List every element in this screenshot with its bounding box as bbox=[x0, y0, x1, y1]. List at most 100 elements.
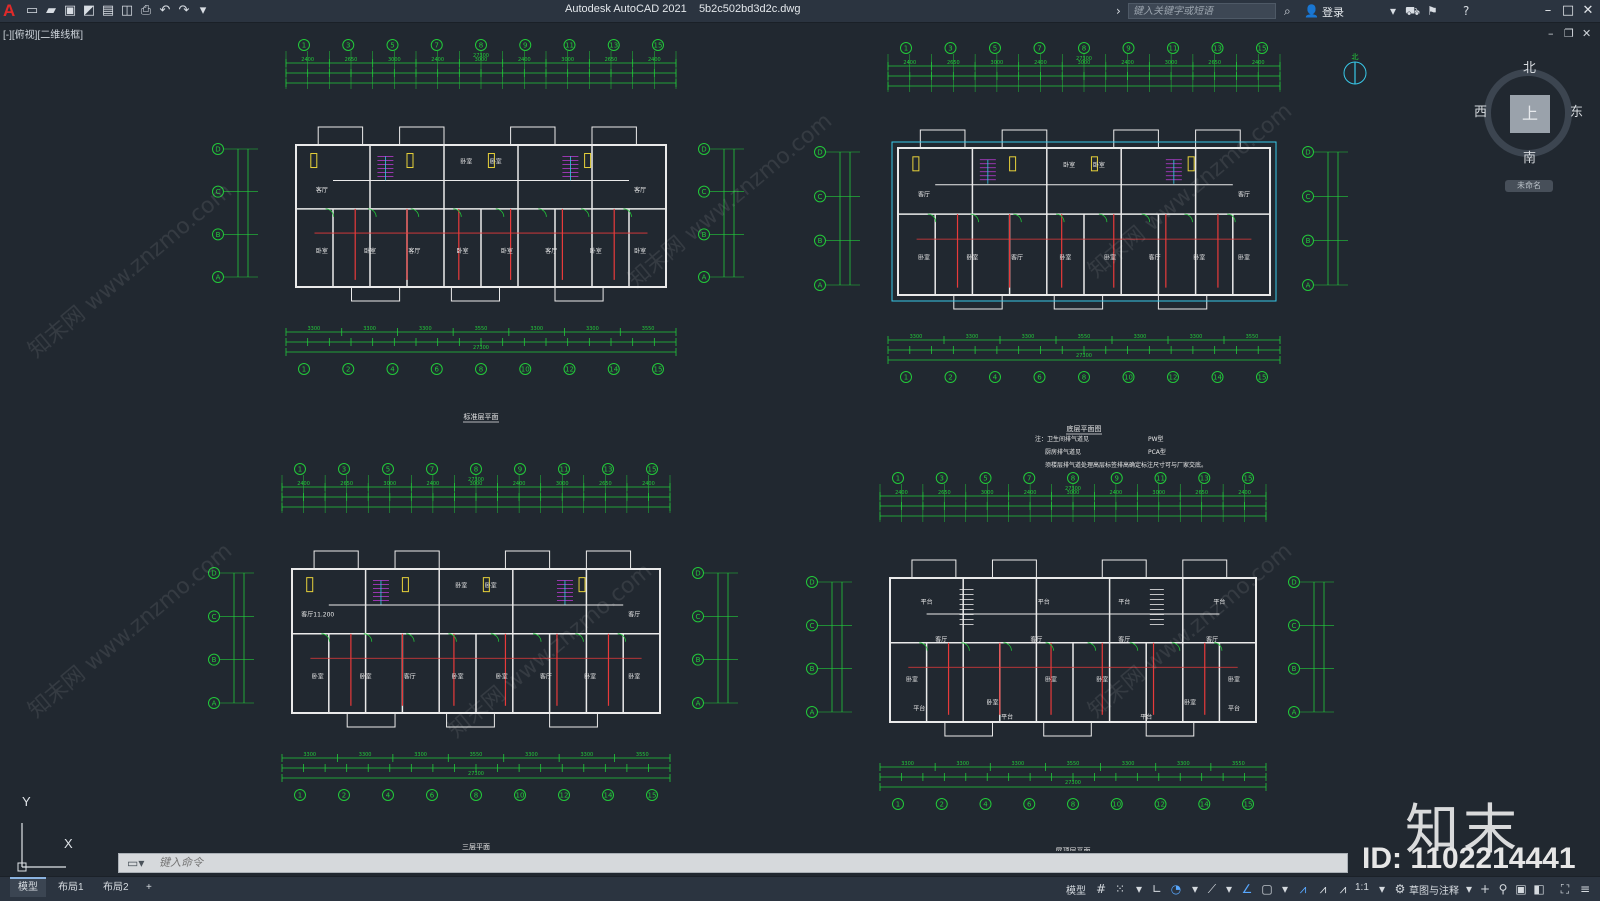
ortho-icon[interactable]: ∟ bbox=[1148, 880, 1166, 898]
note-text: 注：卫生间排气道见 bbox=[1035, 435, 1089, 443]
cart-icon[interactable]: ⛟ bbox=[1405, 2, 1420, 20]
save-as-icon[interactable]: ◩ bbox=[81, 3, 97, 19]
object-snap-tracking-icon[interactable]: ∠ bbox=[1238, 880, 1256, 898]
a360-icon[interactable]: ⚑ bbox=[1427, 2, 1438, 20]
minimize-icon[interactable]: – bbox=[1538, 1, 1558, 21]
room-label: 卧室 bbox=[452, 672, 464, 680]
annotation-scale-value[interactable]: 1:1 bbox=[1355, 882, 1369, 893]
dim-bottom-label: 3300 bbox=[307, 326, 320, 332]
command-history-icon[interactable]: ▭▾ bbox=[127, 855, 144, 871]
room-label: 客厅 bbox=[634, 186, 646, 194]
room-label: 卧室 bbox=[460, 157, 472, 165]
axis-top-number: 3 bbox=[940, 475, 944, 483]
units-icon[interactable]: ⚲ bbox=[1494, 880, 1512, 898]
dim-bottom-label: 3300 bbox=[419, 326, 432, 332]
dim-bottom-label: 3300 bbox=[901, 761, 914, 767]
new-icon[interactable]: ▭ bbox=[24, 3, 40, 19]
axis-left-letter: C bbox=[810, 622, 815, 630]
annotation-visibility-icon[interactable]: ⩘ bbox=[1294, 880, 1312, 898]
axis-top-number: 3 bbox=[342, 466, 346, 474]
compass-west[interactable]: 西 bbox=[1474, 101, 1487, 120]
annotation-monitor-icon[interactable]: + bbox=[1476, 880, 1494, 898]
redo-icon[interactable]: ↷ bbox=[176, 3, 192, 19]
quick-access-toolbar: ▭ ▰ ▣ ◩ ▤ ◫ ⎙ ↶ ↷ ▾ bbox=[24, 2, 211, 20]
dropdown-icon[interactable]: ▾ bbox=[1276, 880, 1294, 898]
axis-top-number: 7 bbox=[1027, 475, 1031, 483]
axis-top-number: 13 bbox=[1200, 475, 1209, 483]
balcony bbox=[317, 126, 364, 146]
compass-south[interactable]: 南 bbox=[1523, 147, 1536, 166]
tab-layout2[interactable]: 布局2 bbox=[95, 879, 137, 897]
dim-bottom-label: 3300 bbox=[303, 752, 316, 758]
polar-icon[interactable]: ◔ bbox=[1167, 880, 1185, 898]
axis-top-number: 11 bbox=[1169, 45, 1178, 53]
dropdown-icon[interactable]: ▾ bbox=[1220, 880, 1238, 898]
save-icon[interactable]: ▣ bbox=[62, 3, 78, 19]
axis-right-letter: C bbox=[702, 188, 707, 196]
plot-preview-icon[interactable]: ▤ bbox=[100, 3, 116, 19]
dropdown-icon[interactable]: ▾ bbox=[1130, 880, 1148, 898]
viewcube-top-face[interactable]: 上 bbox=[1510, 95, 1550, 133]
undo-icon[interactable]: ↶ bbox=[157, 3, 173, 19]
axis-bottom-number: 12 bbox=[1156, 801, 1165, 809]
note-text: PW型 bbox=[1148, 435, 1164, 443]
bathroom-fixture bbox=[406, 153, 414, 169]
tab-model[interactable]: 模型 bbox=[10, 877, 46, 897]
bay-window bbox=[1157, 294, 1208, 310]
help-icon[interactable]: ? bbox=[1463, 2, 1469, 20]
room-label: 卧室 bbox=[590, 247, 602, 255]
quick-properties-icon[interactable]: ▣ bbox=[1512, 880, 1530, 898]
open-icon[interactable]: ▰ bbox=[43, 3, 59, 19]
axis-right-letter: A bbox=[696, 700, 701, 708]
door-swing bbox=[538, 208, 547, 217]
annotation-autoscale-icon[interactable]: ⩘ bbox=[1314, 880, 1332, 898]
axis-right-letter: C bbox=[1292, 622, 1297, 630]
axis-left-letter: D bbox=[215, 146, 220, 154]
axis-left-letter: B bbox=[810, 665, 815, 673]
compass-east[interactable]: 东 bbox=[1570, 101, 1583, 120]
close-icon[interactable]: ✕ bbox=[1578, 1, 1598, 21]
customize-menu-icon[interactable]: ≡ bbox=[1576, 880, 1594, 898]
axis-bottom-number: 14 bbox=[609, 366, 618, 374]
plan-title: 三层平面 bbox=[462, 843, 490, 851]
snap-icon[interactable]: ⁙ bbox=[1111, 880, 1129, 898]
door-swing bbox=[1003, 642, 1012, 651]
bathroom-fixture bbox=[310, 153, 318, 169]
wcs-menu[interactable]: 未命名 bbox=[1505, 180, 1553, 192]
login-button[interactable]: 登录 bbox=[1322, 4, 1344, 20]
publish-icon[interactable]: ◫ bbox=[119, 3, 135, 19]
search-icon[interactable]: ⌕ bbox=[1284, 2, 1291, 20]
workspace-gear-icon[interactable]: ⚙ bbox=[1391, 880, 1409, 898]
axis-top-number: 9 bbox=[1126, 45, 1130, 53]
balcony bbox=[399, 126, 445, 146]
command-line[interactable]: ▭▾ bbox=[118, 853, 1348, 873]
restore-icon[interactable]: □ bbox=[1558, 1, 1578, 21]
bathroom-fixture bbox=[578, 577, 586, 593]
grid-icon[interactable]: # bbox=[1092, 880, 1110, 898]
annotation-scale-icon[interactable]: ⩘ bbox=[1334, 880, 1352, 898]
object-snap-icon[interactable]: ▢ bbox=[1258, 880, 1276, 898]
isodraft-icon[interactable]: ⟋ bbox=[1203, 880, 1221, 898]
dropdown-icon[interactable]: ▾ bbox=[1186, 880, 1204, 898]
add-layout-button[interactable]: + bbox=[138, 879, 160, 897]
viewcube[interactable]: 上 北 南 东 西 bbox=[1474, 61, 1583, 166]
user-icon[interactable]: 👤 bbox=[1304, 2, 1319, 20]
tab-layout1[interactable]: 布局1 bbox=[50, 879, 92, 897]
command-input[interactable] bbox=[159, 854, 1259, 872]
search-input[interactable]: 键入关键字或短语 bbox=[1128, 3, 1276, 19]
customize-icon[interactable]: ▾ bbox=[195, 3, 211, 19]
compass-north[interactable]: 北 bbox=[1523, 57, 1536, 76]
dropdown-icon[interactable]: ▾ bbox=[1373, 880, 1391, 898]
room-label: 卧室 bbox=[455, 582, 467, 590]
model-space-toggle[interactable]: 模型 bbox=[1066, 882, 1086, 897]
autocad-logo-icon[interactable]: A bbox=[3, 1, 21, 21]
workspace-switch[interactable]: 草图与注释 bbox=[1409, 882, 1459, 897]
dim-bottom-label: 3300 bbox=[363, 326, 376, 332]
fullscreen-icon[interactable]: ⛶ bbox=[1556, 880, 1574, 898]
isolate-objects-icon[interactable]: ◧ bbox=[1530, 880, 1548, 898]
axis-right-letter: A bbox=[1306, 282, 1311, 290]
axis-bottom-number: 2 bbox=[948, 374, 952, 382]
dropdown-icon[interactable]: ▾ bbox=[1390, 2, 1396, 20]
print-icon[interactable]: ⎙ bbox=[138, 3, 154, 19]
drawing-viewport[interactable]: [-][俯视][二维线框] – ❐ ✕ 1 3 5 7 8 9 11 13 15 2400 2650… bbox=[0, 23, 1600, 872]
